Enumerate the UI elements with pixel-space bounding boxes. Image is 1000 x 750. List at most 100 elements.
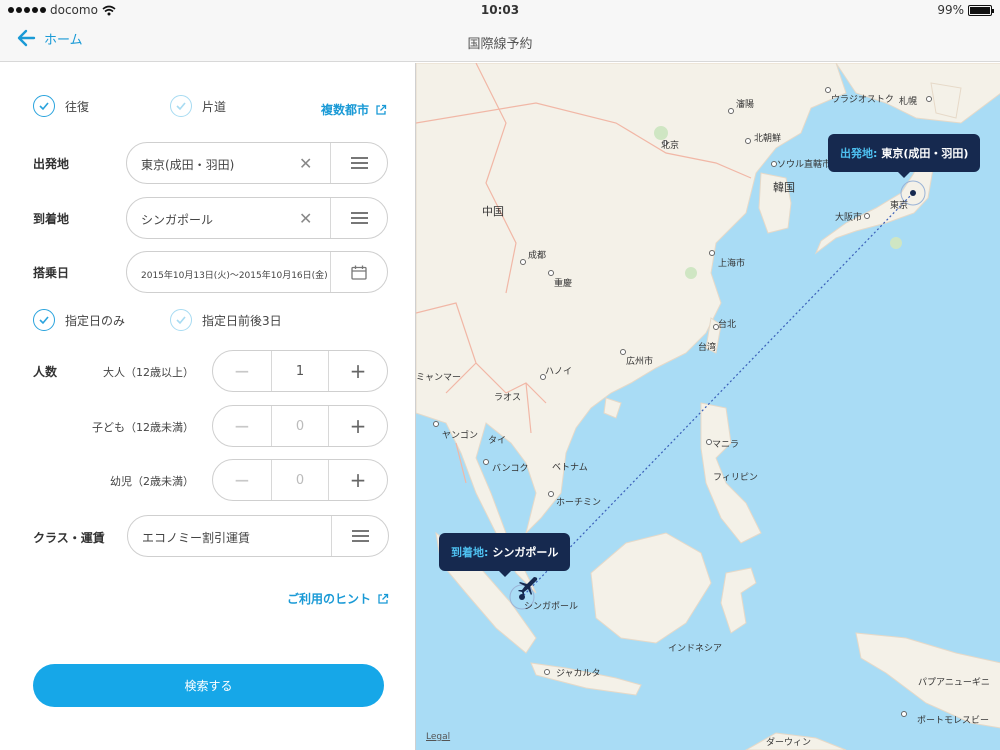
- destination-callout[interactable]: 到着地: シンガポール: [439, 533, 571, 577]
- checkmark-icon: [170, 309, 192, 331]
- multi-city-link[interactable]: 複数都市: [321, 101, 387, 118]
- flex-date-label: 指定日前後3日: [202, 313, 282, 328]
- exact-date-option[interactable]: 指定日のみ: [33, 309, 125, 331]
- city-label: ハノイ: [545, 367, 573, 377]
- country-label: パプアニューギニ: [918, 678, 990, 688]
- child-label: 子ども（12歳未満）: [92, 421, 194, 434]
- clock: 10:03: [480, 3, 520, 17]
- checkmark-icon: [33, 95, 55, 117]
- departure-label: 出発地: [33, 157, 70, 171]
- one-way-option[interactable]: 片道: [170, 95, 226, 117]
- city-label: ポートモレスビー: [917, 716, 990, 726]
- search-button[interactable]: 検索する: [33, 664, 384, 707]
- country-label: フィリピン: [713, 473, 758, 483]
- clear-icon[interactable]: ✕: [299, 154, 312, 173]
- city-label: 北京: [661, 141, 680, 151]
- status-bar: docomo 10:03 99%: [0, 0, 1000, 22]
- departure-list-button[interactable]: [330, 143, 388, 183]
- city-dot: [728, 108, 734, 114]
- exact-date-label: 指定日のみ: [65, 313, 126, 328]
- city-dot: [544, 669, 550, 675]
- destination-callout-value: シンガポール: [492, 546, 559, 559]
- minus-button[interactable]: −: [213, 406, 271, 446]
- country-label: ベトナム: [552, 463, 588, 473]
- adult-count: 1: [271, 351, 329, 391]
- external-link-icon: [378, 593, 389, 604]
- calendar-button[interactable]: [330, 252, 388, 292]
- child-count: 0: [271, 406, 329, 446]
- country-label: 韓国: [773, 181, 795, 194]
- child-stepper[interactable]: − 0 +: [212, 405, 388, 447]
- page-title: 国際線予約: [467, 37, 533, 52]
- city-label: ソウル直轄市: [777, 160, 832, 170]
- arrival-field[interactable]: シンガポール ✕: [126, 197, 388, 239]
- departure-value: 東京(成田・羽田): [141, 158, 235, 172]
- arrival-value: シンガポール: [141, 213, 214, 227]
- hint-link-label: ご利用のヒント: [287, 592, 372, 606]
- city-label: ダーウィン: [766, 738, 812, 748]
- country-label: ラオス: [494, 393, 522, 403]
- origin-callout-key: 出発地:: [840, 147, 878, 160]
- city-dot: [483, 459, 489, 465]
- city-label: マニラ: [712, 440, 740, 450]
- city-label: ヤンゴン: [442, 431, 479, 441]
- date-field[interactable]: 2015年10月13日(火)〜2015年10月16日(金): [126, 251, 388, 293]
- city-label: 東京: [890, 201, 909, 211]
- plus-button[interactable]: +: [329, 460, 387, 500]
- infant-stepper[interactable]: − 0 +: [212, 459, 388, 501]
- arrival-list-button[interactable]: [330, 198, 388, 238]
- adult-stepper[interactable]: − 1 +: [212, 350, 388, 392]
- infant-label: 幼児（2歳未満）: [110, 475, 194, 488]
- plus-button[interactable]: +: [329, 406, 387, 446]
- origin-callout[interactable]: 出発地: 東京(成田・羽田): [828, 134, 981, 178]
- flex-date-option[interactable]: 指定日前後3日: [170, 309, 282, 331]
- departure-field[interactable]: 東京(成田・羽田) ✕: [126, 142, 388, 184]
- round-trip-label: 往復: [65, 99, 90, 114]
- fare-class-list-button[interactable]: [331, 516, 389, 556]
- list-icon: [350, 212, 368, 224]
- city-label: 北朝鮮: [754, 134, 782, 144]
- battery-percent: 99%: [937, 3, 964, 17]
- adult-label: 大人（12歳以上）: [103, 366, 194, 379]
- legal-link[interactable]: Legal: [426, 732, 450, 742]
- city-dot: [864, 213, 870, 219]
- city-label: 重慶: [554, 279, 573, 289]
- city-label: バンコク: [492, 464, 529, 474]
- infant-count: 0: [271, 460, 329, 500]
- city-label: ホーチミン: [556, 498, 602, 508]
- city-label: 大阪市: [835, 213, 863, 223]
- city-label: ウラジオストク: [831, 95, 894, 105]
- city-dot: [926, 96, 932, 102]
- fare-class-label: クラス・運賃: [33, 531, 105, 545]
- minus-button[interactable]: −: [213, 351, 271, 391]
- city-label: 札幌: [899, 97, 918, 107]
- hint-link[interactable]: ご利用のヒント: [287, 590, 389, 607]
- city-dot: [548, 491, 554, 497]
- list-icon: [350, 157, 368, 169]
- navigation-bar: ホーム 国際線予約: [0, 22, 1000, 62]
- origin-callout-value: 東京(成田・羽田): [881, 147, 969, 160]
- one-way-label: 片道: [202, 99, 227, 114]
- airplane-icon: [518, 577, 538, 596]
- calendar-icon: [351, 265, 367, 280]
- list-icon: [351, 530, 369, 542]
- checkmark-icon: [33, 309, 55, 331]
- round-trip-option[interactable]: 往復: [33, 95, 89, 117]
- external-link-icon: [376, 104, 387, 115]
- country-label: インドネシア: [668, 644, 723, 654]
- fare-class-value: エコノミー割引運賃: [142, 531, 251, 545]
- clear-icon[interactable]: ✕: [299, 209, 312, 228]
- city-label: 成都: [528, 251, 547, 261]
- city-label: 瀋陽: [736, 100, 755, 110]
- fare-class-field[interactable]: エコノミー割引運賃: [127, 515, 389, 557]
- city-dot: [901, 711, 907, 717]
- date-value: 2015年10月13日(火)〜2015年10月16日(金): [141, 271, 328, 281]
- minus-button[interactable]: −: [213, 460, 271, 500]
- plus-button[interactable]: +: [329, 351, 387, 391]
- city-dot: [745, 138, 751, 144]
- checkmark-icon: [170, 95, 192, 117]
- city-dot: [709, 250, 715, 256]
- city-label: シンガポール: [524, 602, 579, 612]
- route-map[interactable]: 中国 韓国 ミャンマー ラオス タイ ベトナム フィリピン インドネシア パプア…: [415, 63, 1000, 750]
- country-label: 中国: [482, 205, 504, 218]
